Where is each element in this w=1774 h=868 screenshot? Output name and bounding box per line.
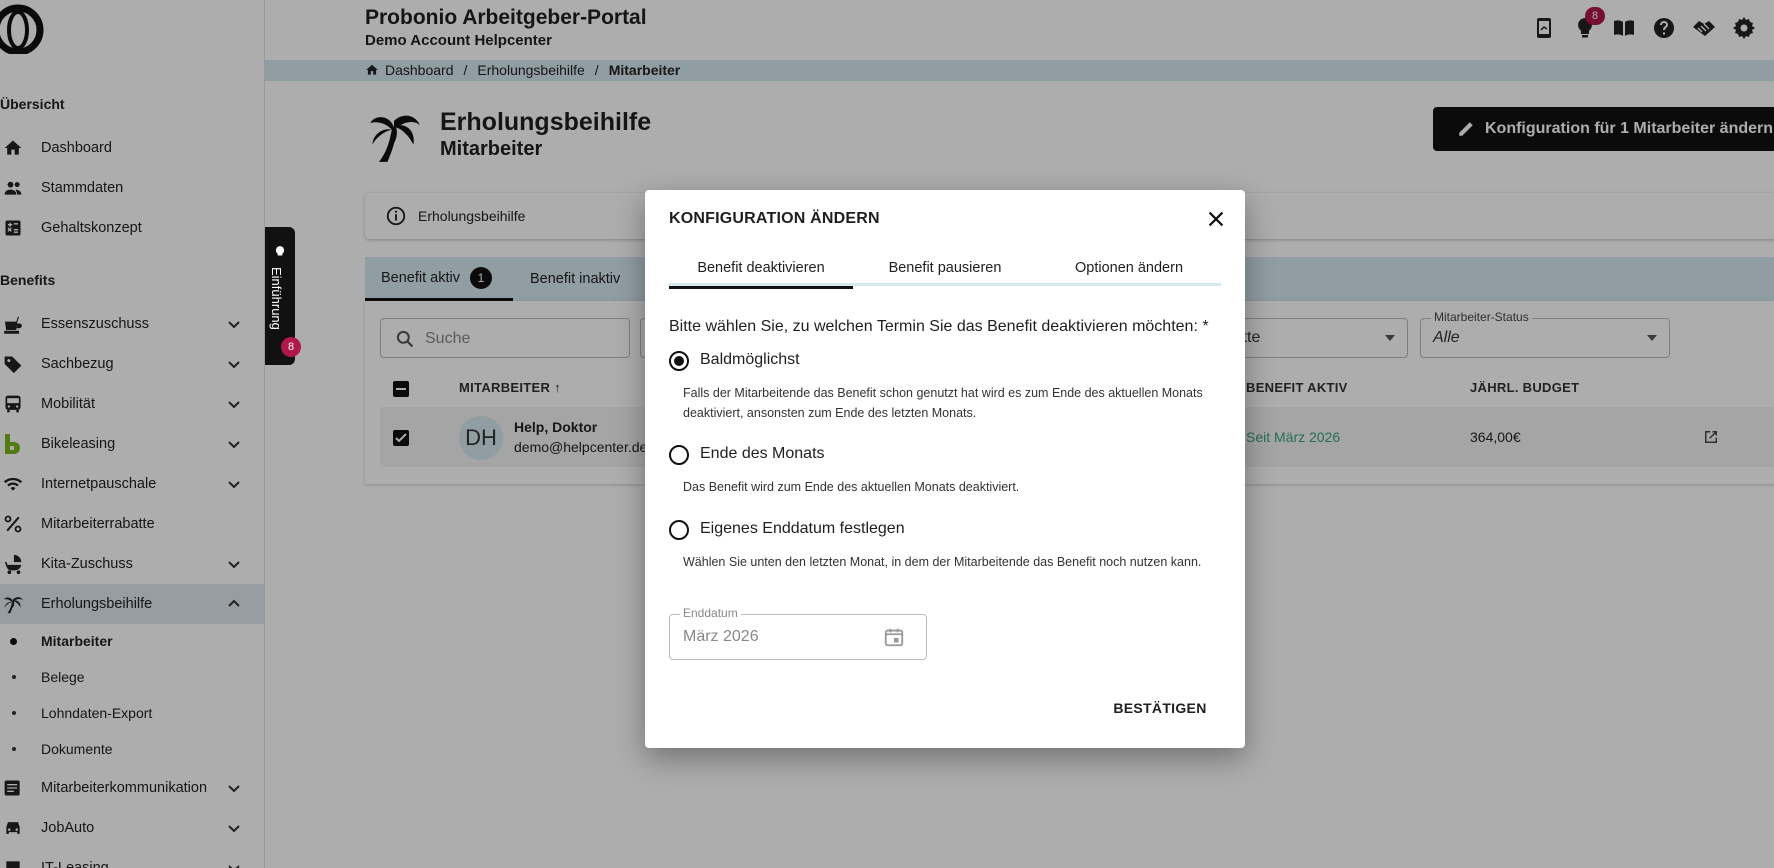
tab-optionen-aendern[interactable]: Optionen ändern (1037, 250, 1221, 286)
option-label-baldmoeglichst[interactable]: Baldmöglichst (700, 351, 800, 369)
radio-baldmoeglichst[interactable] (669, 351, 689, 371)
option-label-ende-des-monats[interactable]: Ende des Monats (700, 445, 825, 463)
calendar-icon[interactable] (883, 626, 905, 648)
tab-benefit-pausieren[interactable]: Benefit pausieren (853, 250, 1037, 286)
option-desc-baldmoeglichst: Falls der Mitarbeitende das Benefit scho… (683, 386, 1203, 420)
confirm-button[interactable]: BESTÄTIGEN (1105, 690, 1215, 726)
end-date-field[interactable]: Enddatum März 2026 (669, 606, 927, 660)
config-dialog: KONFIGURATION ÄNDERN Benefit deaktiviere… (645, 190, 1245, 748)
deactivation-question: Bitte wählen Sie, zu welchen Termin Sie … (669, 318, 1209, 335)
lightbulb-icon (275, 246, 285, 256)
intro-tab-badge: 8 (281, 337, 301, 357)
dialog-title: KONFIGURATION ÄNDERN (669, 210, 880, 227)
end-date-value: März 2026 (683, 628, 759, 645)
option-label-eigenes-enddatum[interactable]: Eigenes Enddatum festlegen (700, 520, 905, 538)
intro-tab[interactable]: Einführung 8 (265, 227, 301, 365)
tab-benefit-deaktivieren[interactable]: Benefit deaktivieren (669, 250, 853, 289)
option-desc-eigenes-enddatum: Wählen Sie unten den letzten Monat, in d… (683, 555, 1202, 569)
dialog-tabs: Benefit deaktivieren Benefit pausieren O… (669, 250, 1221, 289)
option-desc-ende-des-monats: Das Benefit wird zum Ende des aktuellen … (683, 480, 1020, 494)
end-date-label: Enddatum (680, 606, 741, 620)
radio-eigenes-enddatum[interactable] (669, 520, 689, 540)
close-icon[interactable] (1205, 208, 1227, 230)
intro-tab-label: Einführung (269, 267, 284, 330)
radio-ende-des-monats[interactable] (669, 445, 689, 465)
